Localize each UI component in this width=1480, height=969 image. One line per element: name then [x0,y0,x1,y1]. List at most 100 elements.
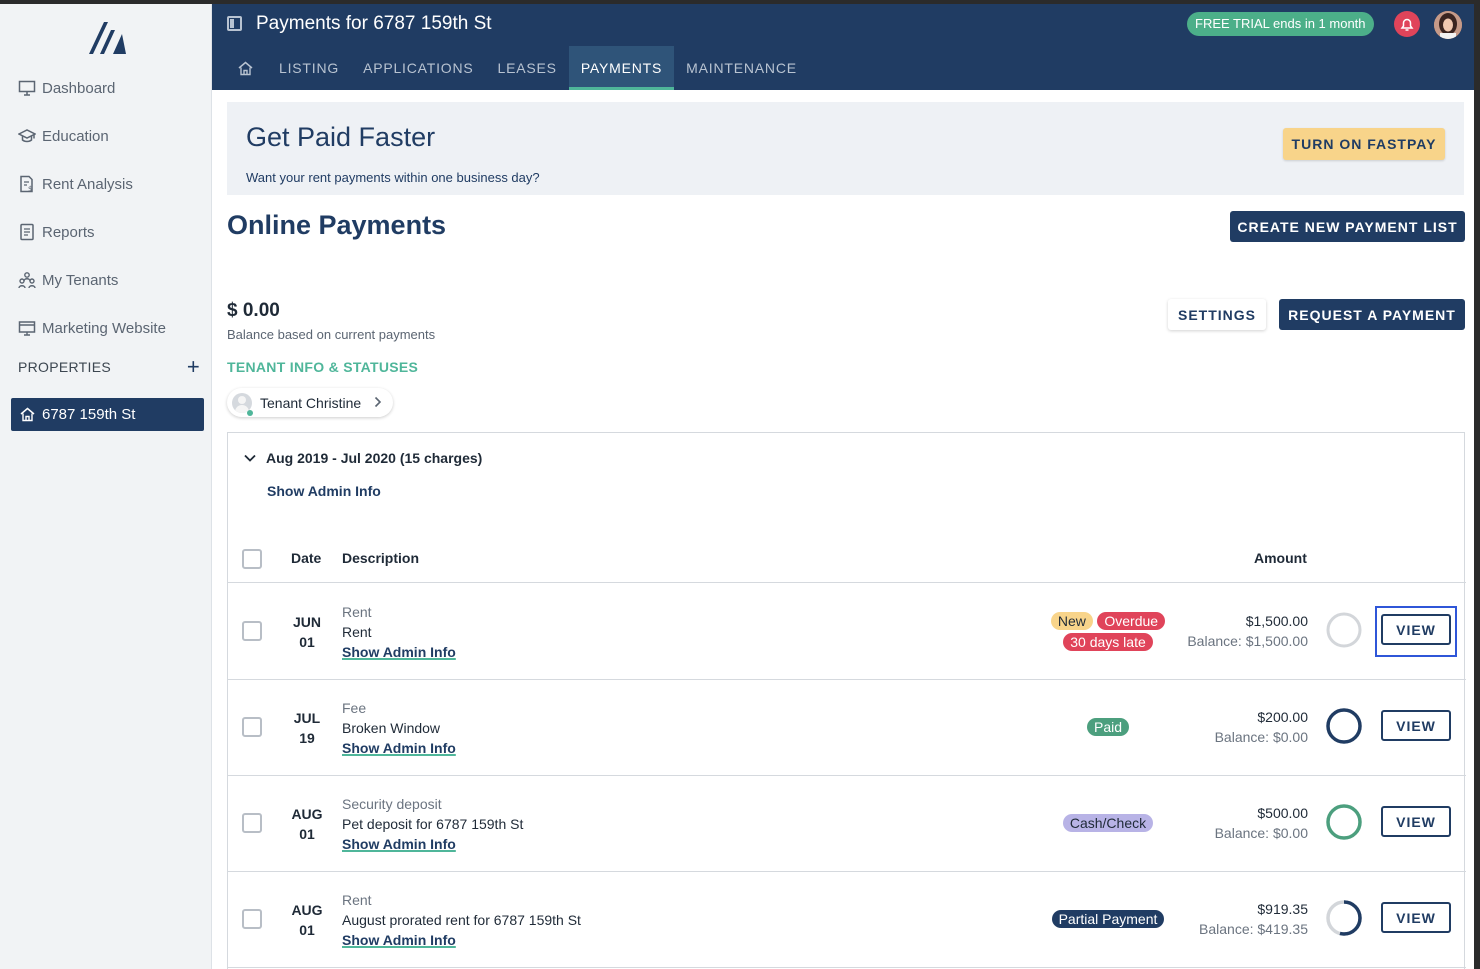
charge-group-toggle[interactable]: Aug 2019 - Jul 2020 (15 charges) [244,450,482,466]
charge-category: Rent [342,892,372,908]
show-admin-info-link[interactable]: Show Admin Info [342,834,523,854]
row-checkbox[interactable] [242,813,262,833]
sidebar-item-marketing-website[interactable]: Marketing Website [0,304,212,352]
charge-name: Rent [342,624,372,640]
banner-subtitle: Want your rent payments within one busin… [246,170,540,185]
charge-date: JUL 19 [278,708,336,748]
show-admin-info-link[interactable]: Show Admin Info [342,642,456,662]
charges-table: Aug 2019 - Jul 2020 (15 charges) Show Ad… [227,432,1466,969]
online-status-dot [247,410,253,416]
status-badges: Cash/Check [1038,813,1178,834]
status-badges: New Overdue 30 days late [1038,611,1178,653]
charge-date: AUG 01 [278,900,336,940]
charge-description: Rent August prorated rent for 6787 159th… [342,890,581,950]
row-checkbox[interactable] [242,717,262,737]
property-label: 6787 159th St [42,406,136,423]
balance-value: Balance: $0.00 [1214,825,1308,841]
fastpay-banner: Get Paid Faster Want your rent payments … [227,102,1464,195]
tab-payments[interactable]: PAYMENTS [568,46,675,90]
user-avatar[interactable] [1434,11,1462,39]
window-right-frame [1474,0,1480,969]
balance-caption: Balance based on current payments [227,327,436,342]
charge-amount: $919.35 Balance: $419.35 [1199,899,1308,939]
create-payment-list-button[interactable]: CREATE NEW PAYMENT LIST [1230,211,1465,242]
amount-value: $919.35 [1257,901,1308,917]
row-checkbox[interactable] [242,909,262,929]
charge-description: Rent Rent Show Admin Info [342,602,456,662]
properties-header: PROPERTIES + [18,356,200,378]
tab-home[interactable] [212,46,267,90]
bell-icon [1400,18,1414,31]
property-tabs: LISTING APPLICATIONS LEASES PAYMENTS MAI… [212,46,809,90]
days-late-badge: 30 days late [1063,633,1153,651]
sidebar-toggle-icon[interactable] [227,16,242,31]
balance-value: Balance: $1,500.00 [1187,633,1308,649]
tenant-chip[interactable]: Tenant Christine [227,388,393,417]
request-payment-button[interactable]: REQUEST A PAYMENT [1279,299,1465,330]
payment-progress-icon [1326,900,1362,936]
status-badges: Paid [1038,717,1178,738]
add-property-button[interactable]: + [187,356,200,378]
charge-group-label: Aug 2019 - Jul 2020 (15 charges) [266,450,483,466]
turn-on-fastpay-button[interactable]: TURN ON FASTPAY [1283,128,1445,160]
sidebar-item-label: Reports [42,223,95,241]
partial-payment-badge: Partial Payment [1051,910,1165,928]
chevron-right-icon [374,395,382,411]
amount-value: $500.00 [1257,805,1308,821]
charge-description: Fee Broken Window Show Admin Info [342,698,456,758]
trial-badge[interactable]: FREE TRIAL ends in 1 month [1187,12,1374,36]
charge-amount: $500.00 Balance: $0.00 [1215,803,1308,843]
chevron-down-icon [244,454,256,462]
top-header: Payments for 6787 159th St FREE TRIAL en… [212,4,1474,90]
main-content: Get Paid Faster Want your rent payments … [212,90,1474,969]
table-row: JUN 01 Rent Rent Show Admin Info New Ove… [228,584,1466,680]
view-button[interactable]: VIEW [1381,806,1451,837]
balance-value: Balance: $0.00 [1214,729,1308,745]
show-admin-info-link[interactable]: Show Admin Info [267,483,381,499]
sidebar-item-reports[interactable]: Reports [0,208,212,256]
app-logo-icon[interactable] [86,20,128,56]
charge-category: Fee [342,700,367,716]
sidebar-item-label: Marketing Website [42,319,166,337]
graduation-cap-icon [18,129,36,143]
charge-day: 01 [299,826,315,842]
property-item-selected[interactable]: 6787 159th St [11,398,204,431]
table-row: AUG 01 Security deposit Pet deposit for … [228,776,1466,872]
view-button[interactable]: VIEW [1381,710,1451,741]
amount-value: $200.00 [1257,709,1308,725]
settings-button[interactable]: SETTINGS [1168,299,1266,330]
tab-applications[interactable]: APPLICATIONS [351,46,485,90]
table-header: Date Description Amount [228,535,1466,583]
charge-month: JUN [292,614,321,630]
new-badge: New [1050,612,1093,630]
row-checkbox[interactable] [242,621,262,641]
show-admin-info-link[interactable]: Show Admin Info [342,930,581,950]
sidebar-item-label: Education [42,127,109,145]
report-icon [20,223,34,241]
tab-leases[interactable]: LEASES [486,46,569,90]
view-button[interactable]: VIEW [1381,614,1451,645]
show-admin-info-link[interactable]: Show Admin Info [342,738,456,758]
sidebar-item-rent-analysis[interactable]: $ Rent Analysis [0,160,212,208]
charge-month: JUL [293,710,321,726]
sidebar-nav: Dashboard Education $ Rent Analysis Repo… [0,64,212,352]
page-title: Payments for 6787 159th St [256,13,492,34]
sidebar-item-label: Rent Analysis [42,175,133,193]
charge-description: Security deposit Pet deposit for 6787 15… [342,794,523,854]
description-column-header: Description [342,550,420,566]
tab-listing[interactable]: LISTING [267,46,351,90]
notifications-button[interactable] [1394,11,1420,37]
sidebar-item-my-tenants[interactable]: My Tenants [0,256,212,304]
view-button[interactable]: VIEW [1381,902,1451,933]
sidebar-item-dashboard[interactable]: Dashboard [0,64,212,112]
house-icon [20,407,35,422]
amount-value: $1,500.00 [1245,613,1308,629]
paid-badge: Paid [1086,718,1130,736]
status-badges: Partial Payment [1038,909,1178,930]
payment-progress-icon [1326,612,1362,648]
tab-maintenance[interactable]: MAINTENANCE [674,46,809,90]
charge-month: AUG [291,806,323,822]
select-all-checkbox[interactable] [242,549,262,569]
sidebar-item-education[interactable]: Education [0,112,212,160]
charge-amount: $1,500.00 Balance: $1,500.00 [1187,611,1308,651]
